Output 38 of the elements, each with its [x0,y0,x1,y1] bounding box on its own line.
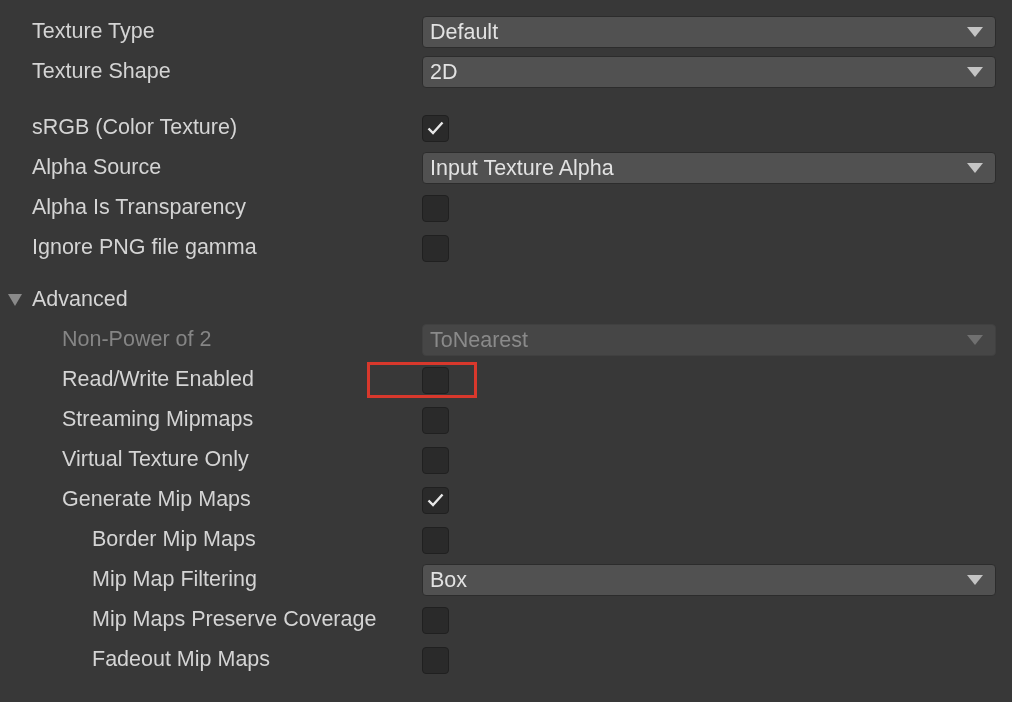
property-label: Ignore PNG file gamma [32,237,257,259]
checkmark-icon [427,121,444,135]
caret-icon [967,27,983,37]
checkbox[interactable] [422,526,449,554]
checkbox[interactable] [422,406,449,434]
dropdown[interactable]: Box [422,564,996,596]
checkmark-icon [427,493,444,507]
property-label: Generate Mip Maps [62,489,251,511]
property-label: Alpha Source [32,157,162,179]
checkbox[interactable] [422,486,449,514]
property-label: Read/Write Enabled [62,369,255,391]
checkbox[interactable] [422,446,449,474]
checkbox[interactable] [422,646,449,674]
caret-icon [967,575,983,585]
property-label: Mip Maps Preserve Coverage [92,609,377,631]
checkbox[interactable] [422,366,449,394]
property-label: Texture Shape [32,61,171,83]
property-label: Non-Power of 2 [62,329,212,351]
property-label: Mip Map Filtering [92,569,257,591]
dropdown[interactable]: Input Texture Alpha [422,152,996,184]
dropdown[interactable]: Default [422,16,996,48]
property-label: Fadeout Mip Maps [92,649,271,671]
dropdown[interactable]: 2D [422,56,996,88]
property-label: Advanced [32,289,128,311]
checkbox[interactable] [422,606,449,634]
foldout-arrow-icon[interactable] [8,294,22,306]
property-label: Virtual Texture Only [62,449,249,471]
caret-icon [967,335,983,345]
property-label: Border Mip Maps [92,529,256,551]
caret-icon [967,67,983,77]
checkbox[interactable] [422,234,449,262]
checkbox[interactable] [422,114,449,142]
property-label: sRGB (Color Texture) [32,117,238,139]
caret-icon [967,163,983,173]
property-label: Texture Type [32,21,155,43]
property-label: Streaming Mipmaps [62,409,254,431]
checkbox[interactable] [422,194,449,222]
property-label: Alpha Is Transparency [32,197,246,219]
